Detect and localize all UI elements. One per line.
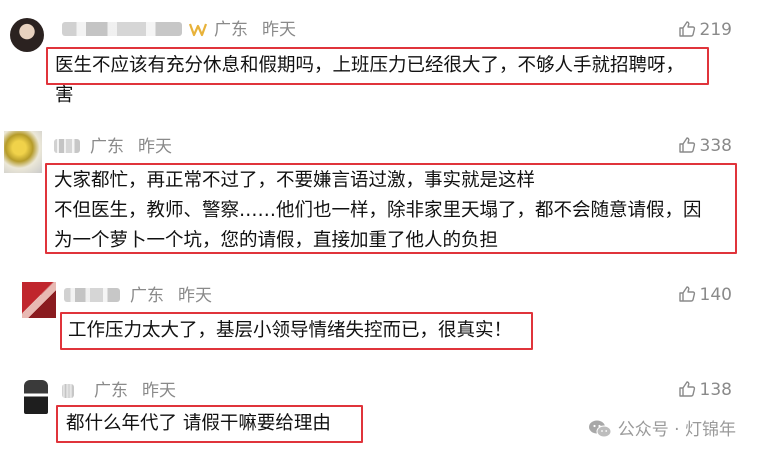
wechat-icon — [588, 420, 612, 438]
watermark: 公众号 · 灯锦年 — [588, 419, 736, 440]
comment-line: 大家都忙，再正常不过了，不要嫌言语过激，事实就是这样 — [54, 170, 536, 191]
timestamp: 昨天 — [262, 20, 296, 40]
comment-meta: 广东 昨天 — [94, 381, 190, 401]
like-count: 138 — [699, 380, 732, 400]
comment-line: 害 — [55, 85, 74, 106]
comment-meta: 广东 昨天 — [214, 20, 310, 40]
avatar[interactable] — [4, 131, 42, 173]
timestamp: 昨天 — [138, 137, 172, 157]
thumbs-up-icon — [678, 381, 695, 397]
avatar[interactable] — [24, 380, 48, 414]
location: 广东 — [90, 137, 124, 157]
comment-text: 医生不应该有充分休息和假期吗，上班压力已经很大了，不够人手就招聘呀， 害 — [55, 51, 684, 111]
comment-text: 工作压力太大了，基层小领导情绪失控而已，很真实！ — [68, 316, 512, 346]
username-redacted — [64, 288, 120, 302]
vip-crown-icon — [188, 23, 208, 37]
like-button[interactable]: 338 — [678, 136, 732, 156]
timestamp: 昨天 — [142, 381, 176, 401]
comment-meta: 广东 昨天 — [130, 286, 226, 306]
comment-line: 医生不应该有充分休息和假期吗，上班压力已经很大了，不够人手就招聘呀， — [55, 55, 685, 76]
comment-line: 都什么年代了 请假干嘛要给理由 — [66, 413, 331, 434]
like-button[interactable]: 138 — [678, 380, 732, 400]
comment-line: 为一个萝卜一个坑，您的请假，直接加重了他人的负担 — [54, 230, 499, 251]
timestamp: 昨天 — [178, 286, 212, 306]
location: 广东 — [214, 20, 248, 40]
location: 广东 — [94, 381, 128, 401]
like-count: 140 — [699, 285, 732, 305]
like-count: 338 — [699, 136, 732, 156]
comment-meta: 广东 昨天 — [90, 137, 186, 157]
comment-text: 都什么年代了 请假干嘛要给理由 — [66, 409, 331, 439]
like-button[interactable]: 219 — [678, 20, 732, 40]
like-count: 219 — [699, 20, 732, 40]
username-redacted — [62, 384, 74, 398]
thumbs-up-icon — [678, 137, 695, 153]
comment-text: 大家都忙，再正常不过了，不要嫌言语过激，事实就是这样 不但医生，教师、警察……他… — [54, 166, 702, 256]
username-redacted — [62, 22, 182, 36]
like-button[interactable]: 140 — [678, 285, 732, 305]
avatar[interactable] — [22, 282, 56, 318]
location: 广东 — [130, 286, 164, 306]
comment-line: 不但医生，教师、警察……他们也一样，除非家里天塌了，都不会随意请假，因 — [54, 200, 702, 221]
thumbs-up-icon — [678, 21, 695, 37]
avatar[interactable] — [10, 18, 44, 52]
username-redacted — [54, 139, 80, 153]
thumbs-up-icon — [678, 286, 695, 302]
comment-line: 工作压力太大了，基层小领导情绪失控而已，很真实！ — [68, 320, 513, 341]
watermark-text: 公众号 · 灯锦年 — [617, 420, 736, 440]
